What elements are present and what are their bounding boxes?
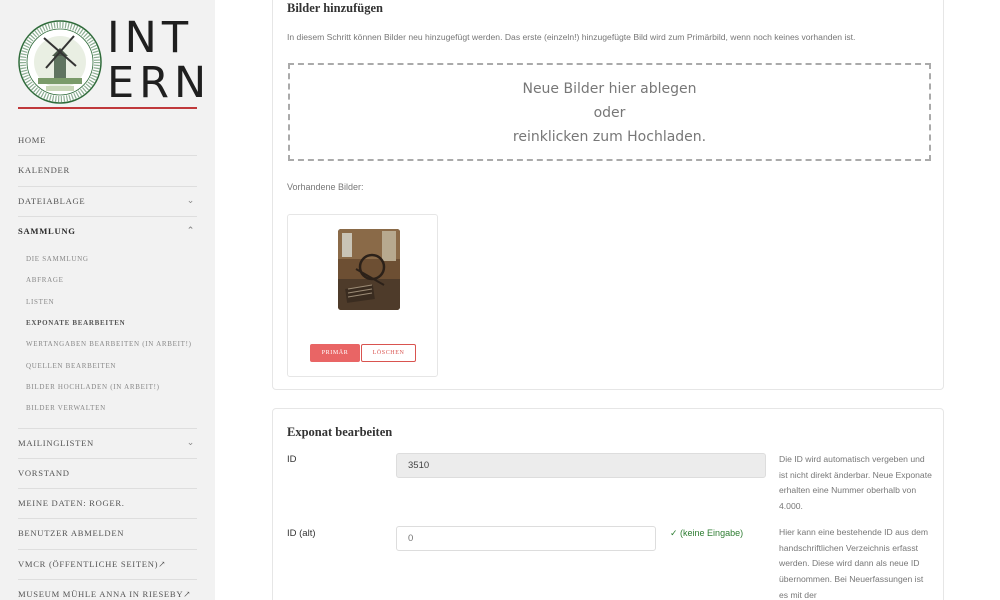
subnav-item-bilder-verwalten[interactable]: BILDER VERWALTEN	[26, 398, 197, 419]
nav-item-kalender[interactable]: KALENDER	[18, 156, 197, 187]
chevron-down-icon[interactable]: ⌄	[187, 187, 195, 216]
existing-image-card: PRIMÄR LÖSCHEN	[287, 214, 438, 377]
subnav-item-wertangaben-bearbeiten[interactable]: WERTANGABEN BEARBEITEN (IN ARBEIT!)	[26, 334, 197, 355]
idalt-label: ID (alt)	[287, 528, 316, 539]
existing-images-label: Vorhandene Bilder:	[287, 182, 364, 192]
nav-item-label: BENUTZER ABMELDEN	[18, 528, 125, 539]
id-field: 3510	[396, 453, 766, 478]
subnav-item-exponate-bearbeiten[interactable]: EXPONATE BEARBEITEN	[26, 313, 197, 334]
main-nav: HOME KALENDER DATEIABLAGE ⌄ SAMMLUNG ⌃ DIE…	[18, 126, 197, 600]
exhibit-photo-thumbnail[interactable]	[338, 229, 400, 310]
logo-wordmark: INT ERN	[107, 13, 206, 106]
exponat-bearbeiten-card: Exponat bearbeiten ID 3510 Die ID wird a…	[272, 408, 944, 600]
bilder-hint-text: In diesem Schritt können Bilder neu hinz…	[287, 32, 856, 42]
sidebar: INT ERN HOME KALENDER DATEIABLAGE ⌄ SAMML…	[0, 0, 215, 600]
logo-word-line2: ERN	[107, 58, 212, 108]
id-label: ID	[287, 454, 297, 465]
idalt-input[interactable]	[396, 526, 656, 551]
nav-item-meine-daten[interactable]: MEINE DATEN: ROGER.	[18, 489, 197, 520]
subnav-item-listen[interactable]: LISTEN	[26, 292, 197, 313]
nav-item-label: HOME	[18, 135, 47, 145]
chevron-down-icon[interactable]: ⌄	[187, 429, 195, 458]
nav-item-label: SAMMLUNG	[18, 225, 76, 236]
id-help-text: Die ID wird automatisch vergeben und ist…	[779, 454, 932, 512]
nav-item-benutzer-abmelden[interactable]: BENUTZER ABMELDEN	[18, 519, 197, 550]
logo[interactable]: INT ERN	[18, 14, 206, 110]
nav-item-label: DATEIABLAGE	[18, 195, 86, 206]
nav-item-label: VORSTAND	[18, 467, 70, 478]
nav-item-label: VMCR (ÖFFENTLICHE SEITEN)↗	[18, 558, 167, 569]
dropzone-line-2: oder	[593, 105, 626, 121]
nav-item-vmcr-public[interactable]: VMCR (ÖFFENTLICHE SEITEN)↗	[18, 550, 197, 581]
chevron-up-icon[interactable]: ⌃	[187, 217, 195, 246]
nav-item-label: MAILINGLISTEN	[18, 437, 94, 448]
nav-item-label: MEINE DATEN: ROGER.	[18, 498, 125, 509]
subnav-item-die-sammlung[interactable]: DIE SAMMLUNG	[26, 249, 197, 270]
sammlung-submenu-wrapper: DIE SAMMLUNG ABFRAGE LISTEN EXPONATE BEA…	[18, 247, 197, 429]
subnav-item-abfrage[interactable]: ABFRAGE	[26, 270, 197, 291]
logo-word-line1: INT	[107, 13, 194, 63]
nav-item-sammlung[interactable]: SAMMLUNG ⌃	[18, 217, 197, 247]
nav-item-label: KALENDER	[18, 165, 70, 176]
nav-item-home[interactable]: HOME	[18, 126, 197, 157]
association-seal-logo	[18, 20, 102, 104]
logo-underline	[18, 107, 197, 109]
set-primary-button[interactable]: PRIMÄR	[310, 344, 360, 362]
dropzone-line-3: reinklicken zum Hochladen.	[512, 129, 707, 145]
bilder-hinzufuegen-card: Bilder hinzufügen In diesem Schritt könn…	[272, 0, 944, 390]
dropzone-line-1: Neue Bilder hier ablegen	[522, 81, 697, 97]
nav-item-mailinglisten[interactable]: MAILINGLISTEN ⌄	[18, 429, 197, 459]
nav-item-vorstand[interactable]: VORSTAND	[18, 459, 197, 490]
subnav-item-bilder-hochladen[interactable]: BILDER HOCHLADEN (IN ARBEIT!)	[26, 377, 197, 398]
delete-image-button[interactable]: LÖSCHEN	[361, 344, 416, 362]
subnav-item-quellen-bearbeiten[interactable]: QUELLEN BEARBEITEN	[26, 356, 197, 377]
exponat-section-title: Exponat bearbeiten	[287, 425, 393, 439]
nav-item-label: MUSEUM MÜHLE ANNA IN RIESEBY↗	[18, 589, 192, 600]
bilder-section-title: Bilder hinzufügen	[287, 1, 383, 15]
idalt-validation-status: ✓ (keine Eingabe)	[670, 528, 744, 538]
sammlung-submenu: DIE SAMMLUNG ABFRAGE LISTEN EXPONATE BEA…	[18, 247, 197, 429]
idalt-help-text: Hier kann eine bestehende ID aus dem han…	[779, 527, 929, 600]
nav-item-museum-muehle[interactable]: MUSEUM MÜHLE ANNA IN RIESEBY↗	[18, 580, 197, 600]
nav-item-dateiablage[interactable]: DATEIABLAGE ⌄	[18, 187, 197, 217]
image-dropzone[interactable]: Neue Bilder hier ablegen oder reinklicke…	[288, 63, 931, 161]
